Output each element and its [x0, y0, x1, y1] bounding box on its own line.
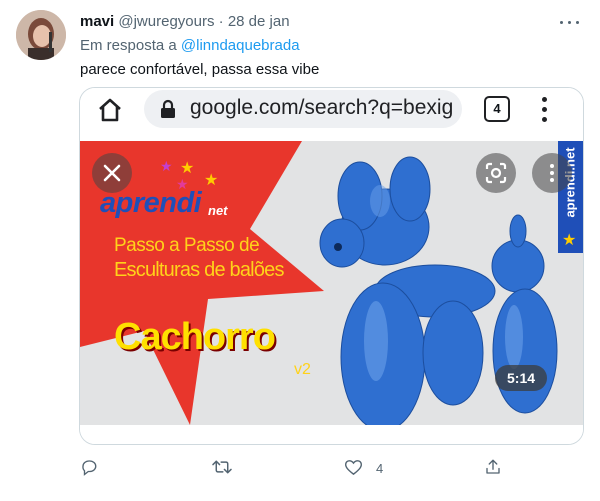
video-caption-line2: Esculturas de balões [114, 259, 284, 281]
tweet[interactable]: mavi @jwuregyours · 28 de jan Em respost… [0, 0, 600, 501]
timestamp[interactable]: 28 de jan [228, 13, 290, 30]
share-button[interactable] [484, 458, 502, 480]
close-icon[interactable] [92, 153, 132, 193]
separator: · [218, 13, 224, 30]
heart-icon [344, 460, 363, 476]
handle[interactable]: @jwuregyours [118, 13, 214, 30]
tweet-media[interactable]: google.com/search?q=bexig 4 ★ ★ ★ ★ apre… [79, 87, 584, 445]
like-button[interactable]: 4 [344, 458, 383, 480]
mention-link[interactable]: @linndaquebrada [181, 37, 300, 54]
retweet-icon [212, 460, 232, 474]
video-more-icon[interactable] [532, 153, 572, 193]
video-duration: 5:14 [495, 365, 548, 391]
display-name[interactable]: mavi [80, 13, 114, 30]
video-thumbnail[interactable]: ★ ★ ★ ★ aprendi net Passo a Passo de Escu… [80, 141, 583, 425]
tweet-text: parece confortável, passa essa vibe [80, 61, 320, 78]
svg-text:★: ★ [204, 172, 218, 189]
tab-switcher-button[interactable]: 4 [484, 96, 510, 122]
reply-icon [82, 460, 97, 476]
search-results-strip [80, 428, 583, 444]
svg-text:★: ★ [180, 160, 194, 177]
video-caption-line1: Passo a Passo de [114, 235, 260, 256]
tweet-actions: 4 [80, 458, 510, 480]
replying-prefix: Em resposta a [80, 37, 177, 54]
svg-text:★: ★ [160, 158, 173, 174]
replying-to: Em resposta a @linndaquebrada [80, 36, 300, 56]
video-title: Cachorro [114, 316, 276, 358]
video-brand-suffix: net [208, 203, 228, 218]
browser-toolbar: google.com/search?q=bexig 4 [80, 88, 583, 132]
tweet-header: mavi @jwuregyours · 28 de jan [80, 12, 290, 32]
more-options-icon[interactable] [558, 12, 582, 32]
avatar[interactable] [16, 10, 66, 60]
share-icon [486, 459, 500, 474]
lens-icon[interactable] [476, 153, 516, 193]
retweet-button[interactable] [212, 458, 232, 480]
lock-icon [160, 99, 176, 119]
reply-button[interactable] [80, 458, 98, 480]
url-text: google.com/search?q=bexig [190, 96, 454, 119]
video-version: v2 [294, 361, 311, 378]
home-icon[interactable] [96, 96, 124, 124]
address-bar[interactable]: google.com/search?q=bexig [144, 90, 462, 128]
star-icon: ★ [562, 232, 577, 249]
more-vertical-icon[interactable] [538, 96, 550, 124]
like-count: 4 [376, 461, 384, 476]
